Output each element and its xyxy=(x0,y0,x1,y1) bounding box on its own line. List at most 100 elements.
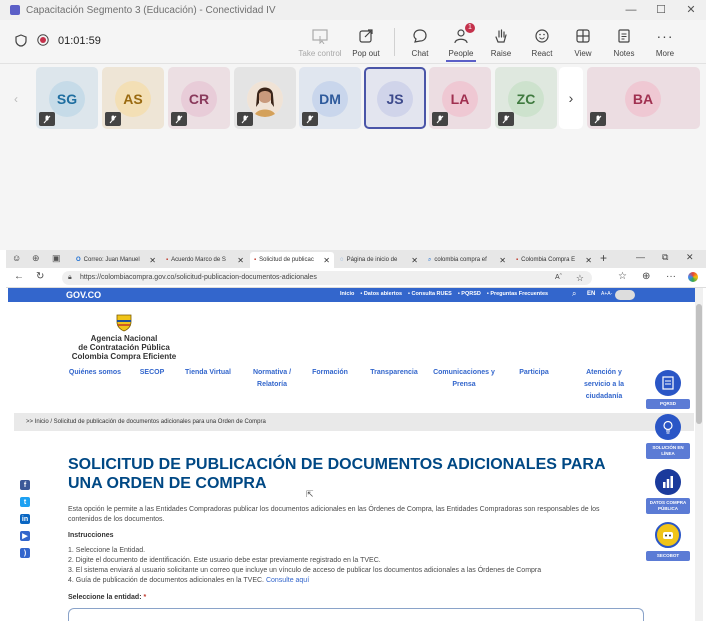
raise-hand-button[interactable]: Raise xyxy=(478,26,524,58)
close-tab-icon[interactable]: ✕ xyxy=(323,256,330,265)
chat-button[interactable]: Chat xyxy=(397,26,443,58)
favorites-icon[interactable]: ☆ xyxy=(618,271,627,282)
contrast-toggle[interactable] xyxy=(615,290,635,300)
pop-out-button[interactable]: Pop out xyxy=(343,26,389,58)
react-label: React xyxy=(531,49,553,58)
nav-formacion[interactable]: Formación xyxy=(306,367,354,379)
scroll-left-chevron-icon[interactable]: ‹ xyxy=(14,92,18,106)
participant-tile[interactable]: AS xyxy=(102,67,164,129)
top-link-pqrsd[interactable]: • PQRSD xyxy=(458,291,481,297)
url-field[interactable]: 🔒︎ https://colombiacompra.gov.co/solicit… xyxy=(62,271,592,285)
browser-tab[interactable]: ▪ Acuerdo Marco de S ✕ xyxy=(162,252,248,268)
profile-icon[interactable]: ☺ xyxy=(12,253,21,263)
close-tab-icon[interactable]: ✕ xyxy=(149,256,156,265)
nav-quienes-somos[interactable]: Quiénes somos xyxy=(64,367,126,379)
page-scrollbar[interactable] xyxy=(695,288,703,621)
workspaces-icon[interactable]: ⊕ xyxy=(32,253,40,264)
back-arrow-icon[interactable]: ← xyxy=(14,271,24,282)
site-search-icon[interactable]: ⌕ xyxy=(572,289,576,299)
participant-tile[interactable] xyxy=(234,67,296,129)
browser-menu-icon[interactable]: ··· xyxy=(666,271,676,282)
muted-mic-icon xyxy=(171,112,187,126)
datos-compra-publica-button[interactable]: DATOS COMPRA PÚBLICA xyxy=(646,469,690,514)
rss-icon[interactable]: ) xyxy=(20,548,30,558)
linkedin-icon[interactable]: in xyxy=(20,514,30,524)
top-link-datos-abiertos[interactable]: • Datos abiertos xyxy=(360,291,402,297)
nav-comunicaciones[interactable]: Comunicaciones y Prensa xyxy=(430,367,498,391)
breadcrumb[interactable]: >> Inicio / Solicitud de publicación de … xyxy=(14,413,694,431)
twitter-icon[interactable]: t xyxy=(20,497,30,507)
react-button[interactable]: React xyxy=(519,26,565,58)
shield-icon xyxy=(15,34,27,47)
agency-name[interactable]: Agencia Nacional de Contratación Pública… xyxy=(60,334,188,361)
restore-browser-icon[interactable]: ⧉ xyxy=(662,252,668,263)
participant-tile[interactable]: BA xyxy=(587,67,700,129)
solucion-en-linea-button[interactable]: SOLUCIÓN EN LÍNEA xyxy=(646,414,690,459)
favorite-star-icon[interactable]: ☆ xyxy=(576,271,584,285)
more-dots-icon: ··· xyxy=(656,28,674,44)
browser-tab[interactable]: ⌕ colombia compra ef ✕ xyxy=(424,252,510,268)
notes-button[interactable]: Notes xyxy=(601,26,647,58)
close-browser-icon[interactable]: ✕ xyxy=(686,252,694,263)
outlook-icon: O xyxy=(76,257,81,263)
participant-tile[interactable]: SG xyxy=(36,67,98,129)
take-control-button[interactable]: Take control xyxy=(297,26,343,58)
tab-label: Colombia Compra E xyxy=(521,257,576,263)
close-tab-icon[interactable]: ✕ xyxy=(499,256,506,265)
top-link-faq[interactable]: • Preguntas Frecuentes xyxy=(487,291,548,297)
tab-actions-icon[interactable]: ▣ xyxy=(52,253,61,264)
nav-tienda-virtual[interactable]: Tienda Virtual xyxy=(180,367,236,379)
participant-tile-active-speaker[interactable]: JS xyxy=(364,67,426,129)
browser-tab[interactable]: ◌ Página de inicio de ✕ xyxy=(336,252,422,268)
nav-secop[interactable]: SECOP xyxy=(136,367,168,379)
site-favicon-icon: ▪ xyxy=(166,257,169,263)
entity-select[interactable] xyxy=(68,608,644,621)
secobot-button[interactable]: SECOBOT xyxy=(646,522,690,561)
close-tab-icon[interactable]: ✕ xyxy=(585,256,592,265)
participant-tile[interactable]: CR xyxy=(168,67,230,129)
copilot-icon[interactable] xyxy=(688,272,698,282)
participant-initials: JS xyxy=(377,81,413,117)
close-tab-icon[interactable]: ✕ xyxy=(237,256,244,265)
toolbar-divider xyxy=(394,28,395,56)
refresh-icon[interactable]: ↻ xyxy=(36,271,44,282)
top-link-inicio[interactable]: Inicio xyxy=(340,291,354,297)
maximize-button[interactable]: ☐ xyxy=(646,0,676,20)
language-toggle[interactable]: EN xyxy=(587,291,595,297)
view-grid-icon xyxy=(560,26,606,46)
pqrsd-button[interactable]: PQRSD xyxy=(646,370,690,409)
govco-logo[interactable]: GOV.CO xyxy=(66,290,101,300)
close-window-button[interactable]: ✕ xyxy=(676,0,706,20)
consult-here-link[interactable]: Consulte aquí xyxy=(266,577,309,584)
more-button[interactable]: ··· More xyxy=(642,26,688,58)
pop-out-icon xyxy=(343,26,389,46)
text-size-control[interactable]: A+A- xyxy=(601,291,612,297)
participant-tile[interactable]: ZC xyxy=(495,67,557,129)
youtube-icon[interactable]: ▶ xyxy=(20,531,30,541)
nav-atencion[interactable]: Atención y servicio a la ciudadanía xyxy=(576,367,632,403)
participant-tile[interactable]: DM xyxy=(299,67,361,129)
view-button[interactable]: View xyxy=(560,26,606,58)
browser-tab[interactable]: O Correo: Juan Manuel ✕ xyxy=(72,252,160,268)
chat-label: Chat xyxy=(411,49,429,58)
nav-transparencia[interactable]: Transparencia xyxy=(364,367,424,379)
collections-icon[interactable]: ⊕ xyxy=(642,271,650,282)
minimize-browser-icon[interactable]: — xyxy=(636,252,645,262)
participant-tile[interactable]: LA xyxy=(429,67,491,129)
minimize-button[interactable]: — xyxy=(616,0,646,20)
browser-tab-active[interactable]: ▪ Solicitud de publicac ✕ xyxy=(250,252,334,268)
nav-normativa[interactable]: Normativa / Relatoría xyxy=(246,367,298,391)
facebook-icon[interactable]: f xyxy=(20,480,30,490)
scroll-right-chevron-icon[interactable]: › xyxy=(559,67,583,129)
instruction-step: 1. Seleccione la Entidad. xyxy=(68,547,146,554)
top-link-consulta-rues[interactable]: • Consulta RUES xyxy=(408,291,452,297)
scrollbar-thumb[interactable] xyxy=(696,304,702,424)
close-tab-icon[interactable]: ✕ xyxy=(411,256,418,265)
read-aloud-icon[interactable]: Aˆ xyxy=(555,271,562,285)
nav-participa[interactable]: Participa xyxy=(512,367,556,379)
browser-tab[interactable]: ▪ Colombia Compra E ✕ xyxy=(512,252,596,268)
new-tab-icon[interactable]: + xyxy=(600,251,607,265)
url-text: https://colombiacompra.gov.co/solicitud-… xyxy=(80,274,317,281)
instructions-heading: Instrucciones xyxy=(68,532,114,539)
react-smiley-icon xyxy=(519,26,565,46)
